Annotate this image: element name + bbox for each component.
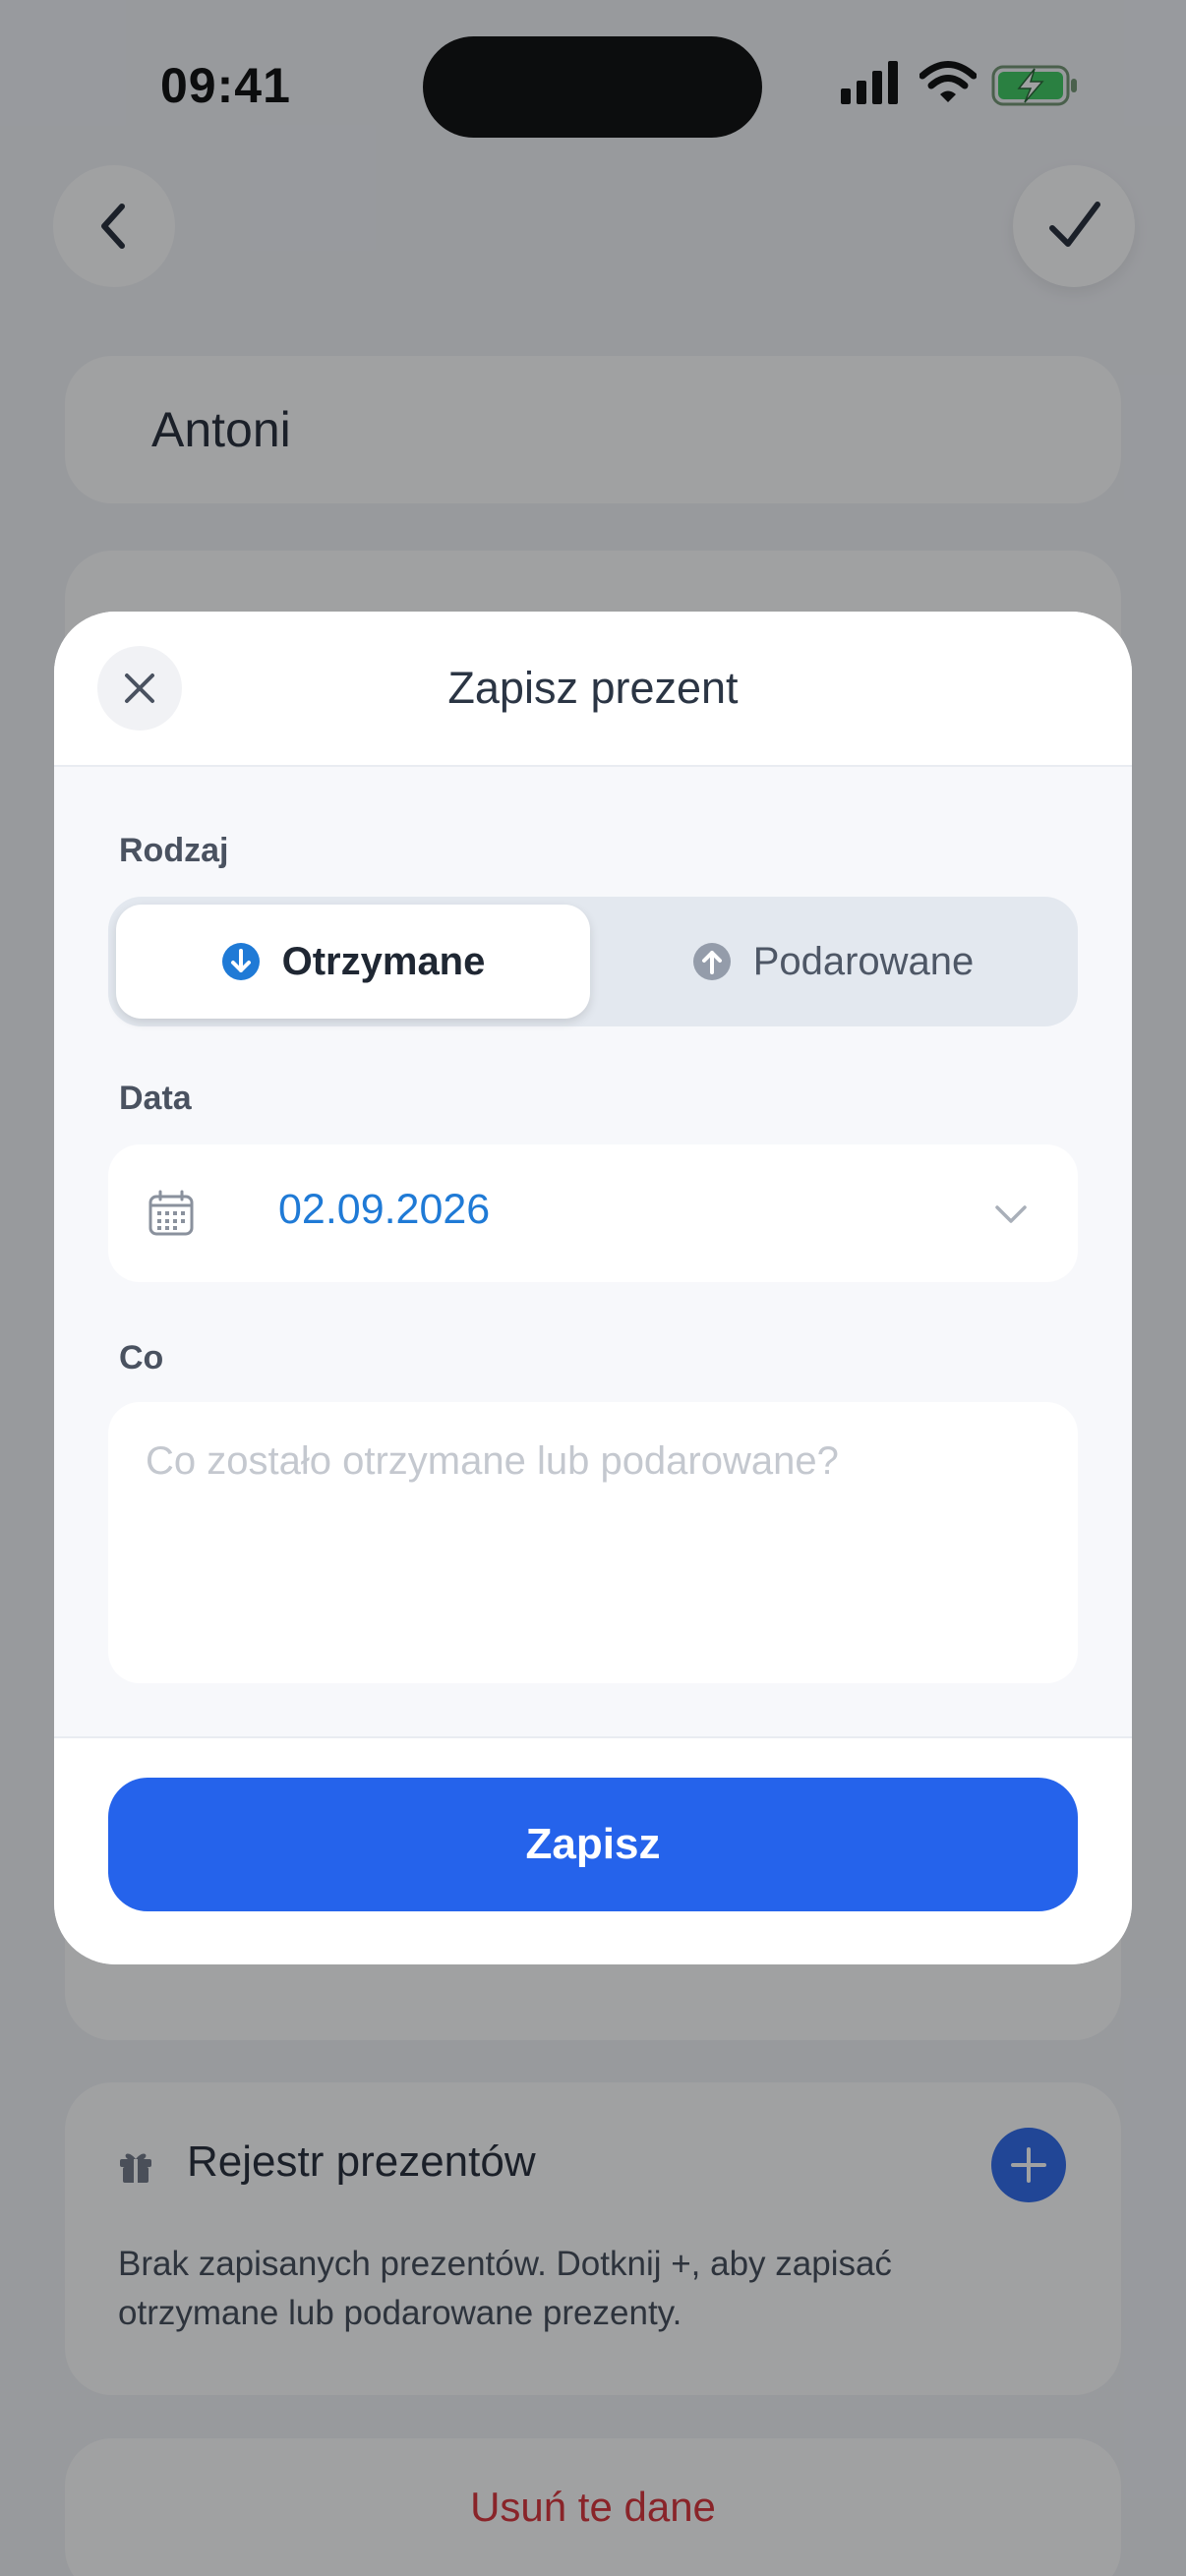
gift-type-segmented-control: Otrzymane Podarowane — [108, 897, 1078, 1026]
sheet-header: Zapisz prezent — [54, 612, 1132, 767]
arrow-up-circle-icon — [692, 943, 731, 980]
calendar-icon — [148, 1190, 194, 1236]
sheet-footer: Zapisz — [54, 1736, 1132, 1964]
save-button-label: Zapisz — [525, 1820, 661, 1868]
segment-received[interactable]: Otrzymane — [116, 905, 590, 1019]
chevron-down-icon — [995, 1205, 1027, 1223]
segment-received-label: Otrzymane — [281, 939, 486, 983]
gift-description-input[interactable] — [108, 1402, 1078, 1683]
date-label: Data — [119, 1080, 192, 1117]
date-value: 02.09.2026 — [278, 1186, 491, 1233]
save-gift-sheet: Zapisz prezent Rodzaj Otrzymane Podarowa… — [54, 612, 1132, 1964]
segment-given[interactable]: Podarowane — [596, 905, 1070, 1019]
segment-given-label: Podarowane — [752, 939, 975, 983]
type-label: Rodzaj — [119, 832, 229, 869]
date-picker[interactable]: 02.09.2026 — [108, 1144, 1078, 1282]
save-button[interactable]: Zapisz — [108, 1778, 1078, 1911]
what-label: Co — [119, 1339, 164, 1376]
sheet-title: Zapisz prezent — [447, 663, 739, 713]
arrow-down-circle-icon — [221, 943, 260, 980]
